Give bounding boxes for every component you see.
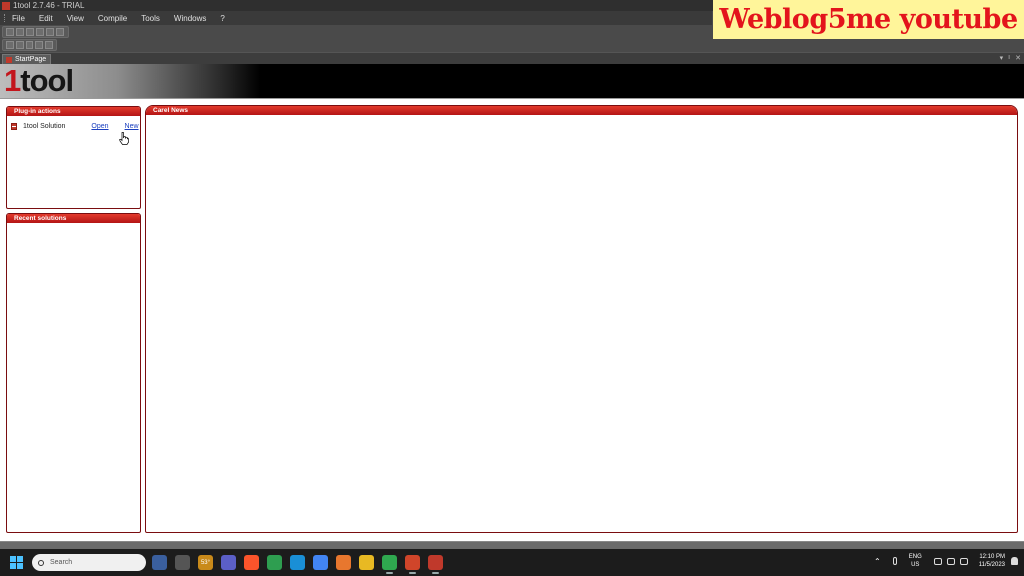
system-tray: ⌃ ENG US 12:10 PM 11/5/2023 [874,553,1018,569]
hand-cursor-icon [119,132,129,145]
firefox-browser-icon[interactable] [336,555,351,570]
file-explorer-icon[interactable] [359,555,374,570]
document-tab-strip [0,52,1024,64]
microphone-icon[interactable] [892,557,897,565]
search-placeholder: Search [50,559,73,566]
window-title: 1tool 2.7.46 - TRIAL [13,1,85,10]
open-link[interactable]: Open [91,123,108,130]
new-file-icon[interactable] [6,28,14,36]
status-bar [0,541,1024,549]
tab-dropdown-icon[interactable]: ▾ [1000,54,1004,62]
plugin-actions-title: Plug-in actions [7,107,140,116]
recent-solutions-panel: Recent solutions [6,213,141,533]
menu-windows[interactable]: Windows [174,14,206,23]
watermark-banner: Weblog5me youtube [713,0,1024,39]
watermark-text: Weblog5me youtube [719,4,1018,35]
clock[interactable]: 12:10 PM 11/5/2023 [979,553,1005,569]
taskbar-search-input[interactable]: Search [32,554,146,571]
plugin-row-1tool-solution: 1tool Solution Open New [11,123,139,130]
taskbar-apps: 53° [152,555,451,574]
solution-icon [11,123,17,130]
battery-icon[interactable] [959,557,968,565]
menu-grip-icon[interactable] [4,14,6,22]
main-toolbar [2,26,69,38]
screen-recorder-icon[interactable] [405,555,420,574]
cut-icon[interactable] [36,28,44,36]
secondary-toolbar [2,39,57,51]
copilot-icon[interactable] [152,555,167,570]
carel-news-panel: Carel News [145,105,1018,533]
stop-icon[interactable] [45,41,53,49]
recorder-icon[interactable] [267,555,282,570]
edge-browser-icon[interactable] [290,555,305,570]
build-icon[interactable] [25,41,34,49]
startpage-content: Plug-in actions 1tool Solution Open New … [0,98,1024,541]
chrome-browser-icon[interactable] [313,555,328,570]
startpage-banner: 1tool [0,64,1024,98]
close-tab-icon[interactable]: ✕ [1015,54,1021,62]
search-icon [38,559,44,566]
copy-icon[interactable] [46,28,54,36]
wifi-icon[interactable] [933,557,942,565]
menu-file[interactable]: File [12,14,25,23]
menu-compile[interactable]: Compile [98,14,127,23]
menu-view[interactable]: View [67,14,84,23]
open-file-icon[interactable] [16,28,24,36]
tab-startpage[interactable]: StartPage [2,54,52,64]
document-window-controls: ▾ ı ✕ [995,54,1021,62]
edit-icon[interactable] [6,41,14,49]
show-hidden-icons-icon[interactable]: ⌃ [874,557,881,566]
windows-start-icon[interactable] [10,556,23,569]
startpage-tab-icon [6,57,12,63]
menu-edit[interactable]: Edit [39,14,53,23]
paste-icon[interactable] [56,28,64,36]
new-link[interactable]: New [125,123,139,130]
save-icon[interactable] [26,28,34,36]
teams-icon[interactable] [221,555,236,570]
task-view-icon[interactable] [175,555,190,570]
menu-tools[interactable]: Tools [141,14,160,23]
pin-icon[interactable]: ı [1008,54,1010,62]
compile-icon[interactable] [15,41,24,49]
volume-icon[interactable] [946,557,955,565]
recent-solutions-title: Recent solutions [7,214,140,223]
plugin-actions-panel: Plug-in actions 1tool Solution Open New [6,106,141,209]
brave-browser-icon[interactable] [244,555,259,570]
plugin-name: 1tool Solution [23,123,66,130]
weather-widget-icon[interactable]: 53° [198,555,213,570]
app-icon [2,1,10,10]
carel-news-title: Carel News [146,106,1017,115]
1tool-taskbar-icon[interactable] [428,555,443,574]
tab-label: StartPage [15,56,47,63]
menu-bar: File Edit View Compile Tools Windows ? [0,11,712,25]
menu-help[interactable]: ? [220,14,224,23]
language-indicator[interactable]: ENG US [909,553,922,569]
run-icon[interactable] [35,41,44,49]
camtasia-icon[interactable] [382,555,397,574]
1tool-logo: 1tool [4,64,74,98]
notification-bell-icon[interactable] [1011,557,1018,565]
windows-taskbar: Search 53° ⌃ ENG US 12:10 PM 11/5/2023 [0,549,1024,576]
